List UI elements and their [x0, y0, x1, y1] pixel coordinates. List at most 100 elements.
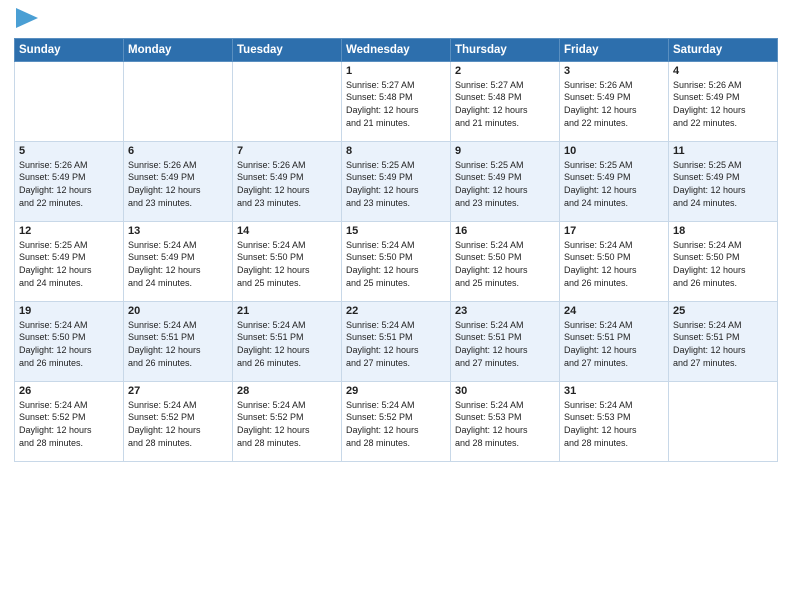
- day-cell: [124, 61, 233, 141]
- day-info: Sunrise: 5:24 AM Sunset: 5:50 PM Dayligh…: [19, 319, 119, 369]
- day-number: 4: [673, 65, 773, 77]
- day-cell: 23Sunrise: 5:24 AM Sunset: 5:51 PM Dayli…: [451, 301, 560, 381]
- day-cell: [15, 61, 124, 141]
- day-info: Sunrise: 5:27 AM Sunset: 5:48 PM Dayligh…: [346, 79, 446, 129]
- day-cell: 28 Sunrise: 5:24 AM Sunset: 5:52 PM Dayli…: [233, 381, 342, 461]
- week-row-1: 5 Sunrise: 5:26 AM Sunset: 5:49 PM Daylig…: [15, 141, 778, 221]
- day-cell: 25 Sunrise: 5:24 AM Sunset: 5:51 PM Dayli…: [669, 301, 778, 381]
- day-number: 3: [564, 65, 664, 77]
- day-number: 8: [346, 145, 446, 157]
- header-cell-thursday: Thursday: [451, 38, 560, 61]
- day-info: Sunrise: 5:24 AM Sunset: 5:51 PM Dayligh…: [673, 319, 773, 369]
- logo-arrow-icon: [16, 8, 38, 28]
- day-number: 14: [237, 225, 337, 237]
- day-info: Sunrise: 5:26 AM Sunset: 5:49 PM Dayligh…: [128, 159, 228, 209]
- day-cell: 15Sunrise: 5:24 AM Sunset: 5:50 PM Dayli…: [342, 221, 451, 301]
- day-info: Sunrise: 5:24 AM Sunset: 5:50 PM Dayligh…: [346, 239, 446, 289]
- header-row: SundayMondayTuesdayWednesdayThursdayFrid…: [15, 38, 778, 61]
- day-number: 9: [455, 145, 555, 157]
- day-cell: 29Sunrise: 5:24 AM Sunset: 5:52 PM Dayli…: [342, 381, 451, 461]
- day-number: 2: [455, 65, 555, 77]
- day-info: Sunrise: 5:24 AM Sunset: 5:51 PM Dayligh…: [237, 319, 337, 369]
- header-cell-saturday: Saturday: [669, 38, 778, 61]
- day-info: Sunrise: 5:26 AM Sunset: 5:49 PM Dayligh…: [564, 79, 664, 129]
- day-info: Sunrise: 5:26 AM Sunset: 5:49 PM Dayligh…: [237, 159, 337, 209]
- day-cell: 22Sunrise: 5:24 AM Sunset: 5:51 PM Dayli…: [342, 301, 451, 381]
- header-cell-sunday: Sunday: [15, 38, 124, 61]
- day-info: Sunrise: 5:24 AM Sunset: 5:50 PM Dayligh…: [564, 239, 664, 289]
- day-number: 21: [237, 305, 337, 317]
- day-info: Sunrise: 5:24 AM Sunset: 5:50 PM Dayligh…: [673, 239, 773, 289]
- day-number: 26: [19, 385, 119, 397]
- day-info: Sunrise: 5:24 AM Sunset: 5:52 PM Dayligh…: [237, 399, 337, 449]
- day-number: 25: [673, 305, 773, 317]
- day-info: Sunrise: 5:24 AM Sunset: 5:53 PM Dayligh…: [564, 399, 664, 449]
- header-cell-friday: Friday: [560, 38, 669, 61]
- day-info: Sunrise: 5:25 AM Sunset: 5:49 PM Dayligh…: [673, 159, 773, 209]
- day-cell: 30 Sunrise: 5:24 AM Sunset: 5:53 PM Dayli…: [451, 381, 560, 461]
- day-cell: 10 Sunrise: 5:25 AM Sunset: 5:49 PM Dayli…: [560, 141, 669, 221]
- day-info: Sunrise: 5:25 AM Sunset: 5:49 PM Dayligh…: [564, 159, 664, 209]
- day-info: Sunrise: 5:26 AM Sunset: 5:49 PM Dayligh…: [19, 159, 119, 209]
- day-number: 11: [673, 145, 773, 157]
- day-info: Sunrise: 5:25 AM Sunset: 5:49 PM Dayligh…: [346, 159, 446, 209]
- day-info: Sunrise: 5:24 AM Sunset: 5:53 PM Dayligh…: [455, 399, 555, 449]
- day-info: Sunrise: 5:24 AM Sunset: 5:51 PM Dayligh…: [455, 319, 555, 369]
- day-info: Sunrise: 5:27 AM Sunset: 5:48 PM Dayligh…: [455, 79, 555, 129]
- day-number: 31: [564, 385, 664, 397]
- week-row-3: 19 Sunrise: 5:24 AM Sunset: 5:50 PM Dayli…: [15, 301, 778, 381]
- day-cell: 6 Sunrise: 5:26 AM Sunset: 5:49 PM Daylig…: [124, 141, 233, 221]
- day-number: 19: [19, 305, 119, 317]
- day-number: 10: [564, 145, 664, 157]
- day-info: Sunrise: 5:24 AM Sunset: 5:49 PM Dayligh…: [128, 239, 228, 289]
- day-cell: [233, 61, 342, 141]
- day-number: 22: [346, 305, 446, 317]
- day-cell: 24Sunrise: 5:24 AM Sunset: 5:51 PM Dayli…: [560, 301, 669, 381]
- day-number: 5: [19, 145, 119, 157]
- day-cell: 18Sunrise: 5:24 AM Sunset: 5:50 PM Dayli…: [669, 221, 778, 301]
- day-cell: 19 Sunrise: 5:24 AM Sunset: 5:50 PM Dayli…: [15, 301, 124, 381]
- day-cell: 21 Sunrise: 5:24 AM Sunset: 5:51 PM Dayli…: [233, 301, 342, 381]
- day-number: 28: [237, 385, 337, 397]
- day-cell: 1 Sunrise: 5:27 AM Sunset: 5:48 PM Daylig…: [342, 61, 451, 141]
- day-cell: 8 Sunrise: 5:25 AM Sunset: 5:49 PM Daylig…: [342, 141, 451, 221]
- header: [14, 10, 778, 30]
- day-info: Sunrise: 5:25 AM Sunset: 5:49 PM Dayligh…: [455, 159, 555, 209]
- day-cell: 20Sunrise: 5:24 AM Sunset: 5:51 PM Dayli…: [124, 301, 233, 381]
- day-cell: 14 Sunrise: 5:24 AM Sunset: 5:50 PM Dayli…: [233, 221, 342, 301]
- day-cell: 12 Sunrise: 5:25 AM Sunset: 5:49 PM Dayli…: [15, 221, 124, 301]
- day-number: 30: [455, 385, 555, 397]
- day-info: Sunrise: 5:25 AM Sunset: 5:49 PM Dayligh…: [19, 239, 119, 289]
- day-number: 16: [455, 225, 555, 237]
- header-cell-monday: Monday: [124, 38, 233, 61]
- day-number: 17: [564, 225, 664, 237]
- day-cell: 13 Sunrise: 5:24 AM Sunset: 5:49 PM Dayli…: [124, 221, 233, 301]
- day-number: 6: [128, 145, 228, 157]
- day-info: Sunrise: 5:26 AM Sunset: 5:49 PM Dayligh…: [673, 79, 773, 129]
- week-row-2: 12 Sunrise: 5:25 AM Sunset: 5:49 PM Dayli…: [15, 221, 778, 301]
- day-number: 7: [237, 145, 337, 157]
- logo: [14, 10, 38, 30]
- day-cell: 7 Sunrise: 5:26 AM Sunset: 5:49 PM Daylig…: [233, 141, 342, 221]
- week-row-0: 1 Sunrise: 5:27 AM Sunset: 5:48 PM Daylig…: [15, 61, 778, 141]
- day-cell: 2 Sunrise: 5:27 AM Sunset: 5:48 PM Daylig…: [451, 61, 560, 141]
- week-row-4: 26 Sunrise: 5:24 AM Sunset: 5:52 PM Dayli…: [15, 381, 778, 461]
- day-number: 12: [19, 225, 119, 237]
- day-info: Sunrise: 5:24 AM Sunset: 5:52 PM Dayligh…: [19, 399, 119, 449]
- day-cell: 5 Sunrise: 5:26 AM Sunset: 5:49 PM Daylig…: [15, 141, 124, 221]
- day-info: Sunrise: 5:24 AM Sunset: 5:50 PM Dayligh…: [237, 239, 337, 289]
- day-cell: 26 Sunrise: 5:24 AM Sunset: 5:52 PM Dayli…: [15, 381, 124, 461]
- day-info: Sunrise: 5:24 AM Sunset: 5:51 PM Dayligh…: [128, 319, 228, 369]
- day-number: 13: [128, 225, 228, 237]
- header-cell-tuesday: Tuesday: [233, 38, 342, 61]
- day-cell: 4 Sunrise: 5:26 AM Sunset: 5:49 PM Daylig…: [669, 61, 778, 141]
- day-number: 1: [346, 65, 446, 77]
- day-info: Sunrise: 5:24 AM Sunset: 5:52 PM Dayligh…: [128, 399, 228, 449]
- day-cell: 3 Sunrise: 5:26 AM Sunset: 5:49 PM Daylig…: [560, 61, 669, 141]
- day-number: 29: [346, 385, 446, 397]
- header-cell-wednesday: Wednesday: [342, 38, 451, 61]
- day-cell: [669, 381, 778, 461]
- day-info: Sunrise: 5:24 AM Sunset: 5:51 PM Dayligh…: [564, 319, 664, 369]
- day-info: Sunrise: 5:24 AM Sunset: 5:50 PM Dayligh…: [455, 239, 555, 289]
- calendar-container: SundayMondayTuesdayWednesdayThursdayFrid…: [0, 0, 792, 472]
